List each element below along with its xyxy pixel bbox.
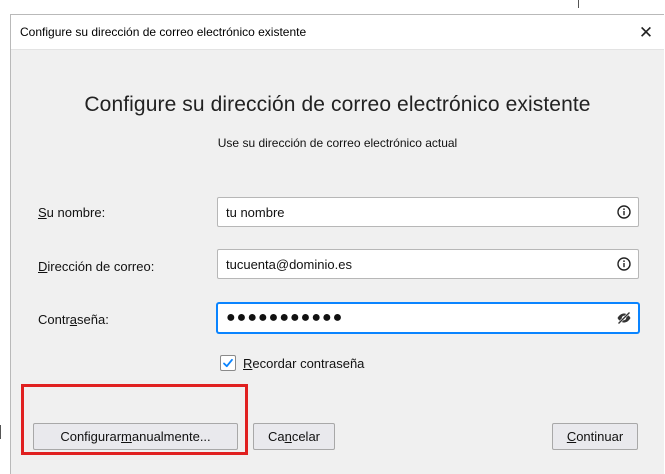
close-button[interactable]: ✕ xyxy=(628,15,664,50)
password-label-post: seña: xyxy=(77,312,109,327)
name-field[interactable] xyxy=(217,197,639,227)
email-label-post: irección de correo: xyxy=(47,259,155,274)
continue-label-post: ontinuar xyxy=(576,429,624,444)
manual-label-accesskey: m xyxy=(121,429,132,444)
name-label: Su nombre: xyxy=(38,205,105,220)
dialog-heading: Configure su dirección de correo electró… xyxy=(84,93,591,116)
password-label-accesskey: a xyxy=(69,312,78,327)
dialog-window: Configure su dirección de correo electró… xyxy=(10,14,664,474)
password-label: Contraseña: xyxy=(38,312,109,327)
name-label-post: u nombre: xyxy=(46,205,106,220)
password-label-pre: Contr xyxy=(38,312,70,327)
title-bar: Configure su dirección de correo electró… xyxy=(11,15,664,50)
cancel-label-post: celar xyxy=(291,429,321,444)
window-title: Configure su dirección de correo electró… xyxy=(20,25,307,39)
cancel-button[interactable]: Ca n celar xyxy=(253,423,335,450)
screen-edge-mark xyxy=(0,425,1,439)
email-field[interactable] xyxy=(217,249,639,279)
cancel-label-pre: Ca xyxy=(267,429,285,444)
password-input[interactable] xyxy=(226,304,606,332)
dialog-subheading: Use su dirección de correo electrónico a… xyxy=(217,136,458,150)
password-field[interactable] xyxy=(217,303,639,333)
remember-password-row[interactable]: Recordar contraseña xyxy=(220,355,364,371)
remember-label-post: ecordar contraseña xyxy=(252,355,365,371)
checkmark-icon xyxy=(223,358,233,368)
email-input[interactable] xyxy=(226,250,606,278)
continue-button[interactable]: Continuar xyxy=(552,423,638,450)
configure-manually-button[interactable]: Configurar m anualmente... xyxy=(33,423,238,450)
info-icon[interactable] xyxy=(615,203,633,221)
manual-label-post: anualmente... xyxy=(131,429,211,444)
name-input[interactable] xyxy=(226,198,606,226)
screen-edge-mark xyxy=(578,0,579,8)
remember-password-checkbox[interactable] xyxy=(220,355,236,371)
remember-label-accesskey: R xyxy=(243,355,253,371)
manual-label-pre: Configurar xyxy=(60,429,122,444)
email-label-accesskey: D xyxy=(38,259,48,274)
cancel-label-accesskey: n xyxy=(284,429,292,444)
remember-password-label: Recordar contraseña xyxy=(243,356,364,371)
info-icon[interactable] xyxy=(615,255,633,273)
email-label: Dirección de correo: xyxy=(38,259,154,274)
continue-label-accesskey: C xyxy=(566,429,577,444)
close-icon: ✕ xyxy=(638,22,654,42)
eye-slash-icon[interactable] xyxy=(615,309,633,327)
name-label-accesskey: S xyxy=(38,205,47,220)
